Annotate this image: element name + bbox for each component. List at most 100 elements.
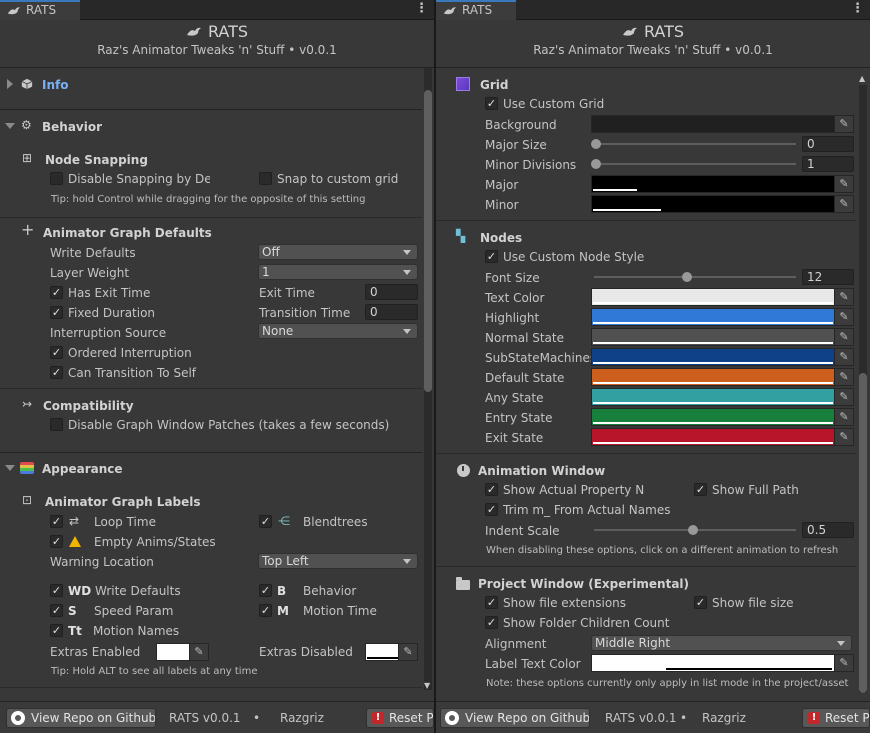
normal-state-swatch[interactable]: ✎ [591, 328, 854, 346]
divider [0, 687, 422, 688]
entry-state-swatch[interactable]: ✎ [591, 408, 854, 426]
loop-time-checkbox[interactable]: ✓ [50, 515, 63, 528]
show-actual-property-checkbox[interactable]: ✓ [485, 483, 498, 496]
alignment-dropdown[interactable]: Middle Right [591, 635, 852, 651]
snap-custom-grid-checkbox[interactable] [259, 172, 272, 185]
motion-names-checkbox[interactable]: ✓ [50, 624, 63, 637]
eyedropper-icon[interactable]: ✎ [834, 409, 853, 425]
motion-time-checkbox[interactable]: ✓ [259, 604, 272, 617]
grid-title: Grid [480, 78, 509, 92]
eyedropper-icon[interactable]: ✎ [834, 176, 853, 192]
interruption-source-dropdown[interactable]: None [258, 323, 418, 339]
font-size-field[interactable]: 12 [802, 269, 854, 285]
show-file-size-checkbox[interactable]: ✓ [694, 596, 707, 609]
write-defaults-label-checkbox[interactable]: ✓ [50, 584, 63, 597]
eyedropper-icon[interactable]: ✎ [834, 309, 853, 325]
menu-kebab-icon[interactable]: ⋮ [851, 1, 864, 16]
write-defaults-dropdown[interactable]: Off [258, 244, 418, 260]
show-file-size-label: Show file size [712, 596, 794, 610]
major-size-slider-track[interactable] [594, 143, 796, 145]
extras-disabled-color[interactable]: ✎ [365, 643, 418, 661]
eyedropper-icon[interactable]: ✎ [834, 655, 853, 671]
font-size-slider-track[interactable] [594, 276, 796, 278]
text-color-swatch[interactable]: ✎ [591, 288, 854, 306]
exit-state-swatch[interactable]: ✎ [591, 428, 854, 446]
loop-time-label: Loop Time [94, 515, 156, 529]
major-size-field[interactable]: 0 [802, 136, 854, 152]
show-file-extensions-checkbox[interactable]: ✓ [485, 596, 498, 609]
layer-weight-dropdown[interactable]: 1 [258, 264, 418, 280]
alpha-bar [367, 657, 399, 659]
use-custom-grid-checkbox[interactable]: ✓ [485, 97, 498, 110]
menu-kebab-icon[interactable]: ⋮ [415, 1, 428, 16]
minor-divisions-field[interactable]: 1 [802, 156, 854, 172]
has-exit-time-checkbox[interactable]: ✓ [50, 286, 63, 299]
extras-enabled-color[interactable]: ✎ [156, 643, 209, 661]
transition-time-field[interactable]: 0 [365, 304, 418, 320]
warning-location-dropdown[interactable]: Top Left [258, 553, 418, 569]
can-transition-to-self-checkbox[interactable]: ✓ [50, 366, 63, 379]
eyedropper-icon[interactable]: ✎ [189, 644, 208, 660]
exit-time-field[interactable]: 0 [365, 284, 418, 300]
eyedropper-icon[interactable]: ✎ [834, 389, 853, 405]
tab-rats[interactable]: RATS [0, 0, 80, 20]
eyedropper-icon[interactable]: ✎ [398, 644, 417, 660]
scrollbar-thumb[interactable] [859, 373, 867, 693]
eyedropper-icon[interactable]: ✎ [834, 289, 853, 305]
foldout-info[interactable]: Info [42, 78, 68, 92]
header: RATS Raz's Animator Tweaks 'n' Stuff • v… [436, 20, 870, 64]
foldout-behavior[interactable]: Behavior [42, 120, 102, 134]
divider [0, 217, 422, 218]
minor-divisions-slider-track[interactable] [594, 163, 796, 165]
blendtrees-checkbox[interactable]: ✓ [259, 515, 272, 528]
disable-patches-checkbox[interactable] [50, 418, 63, 431]
trim-m-checkbox[interactable]: ✓ [485, 503, 498, 516]
eyedropper-icon[interactable]: ✎ [834, 369, 853, 385]
default-state-swatch[interactable]: ✎ [591, 368, 854, 386]
app-title-text: RATS [207, 22, 249, 41]
background-color[interactable]: ✎ [591, 115, 854, 133]
github-button[interactable]: View Repo on Github [440, 708, 590, 728]
substate-swatch[interactable]: ✎ [591, 348, 854, 366]
empty-anims-checkbox[interactable]: ✓ [50, 535, 63, 548]
reset-button[interactable]: ! Reset P [802, 708, 870, 728]
minor-divisions-slider-knob[interactable] [591, 159, 601, 169]
minor-color[interactable]: ✎ [591, 195, 854, 213]
indent-scale-slider-knob[interactable] [688, 525, 698, 535]
major-color[interactable]: ✎ [591, 175, 854, 193]
alpha-bar [593, 209, 661, 211]
tab-rats[interactable]: RATS [436, 0, 516, 20]
scrollbar-right[interactable] [859, 85, 867, 693]
alpha-bar [593, 342, 833, 344]
eyedropper-icon[interactable]: ✎ [834, 196, 853, 212]
foldout-behavior-arrow[interactable] [5, 123, 15, 129]
use-custom-node-style-checkbox[interactable]: ✓ [485, 250, 498, 263]
foldout-appearance-arrow[interactable] [5, 465, 15, 471]
exit-time-label: Exit Time [259, 286, 315, 300]
label-text-color-swatch[interactable]: ✎ [591, 654, 854, 672]
eyedropper-icon[interactable]: ✎ [834, 116, 853, 132]
disable-snapping-checkbox[interactable] [50, 172, 63, 185]
any-state-swatch[interactable]: ✎ [591, 388, 854, 406]
scroll-down-icon[interactable]: ▼ [424, 680, 430, 692]
font-size-slider-knob[interactable] [682, 272, 692, 282]
eyedropper-icon[interactable]: ✎ [834, 429, 853, 445]
behavior-label-checkbox[interactable]: ✓ [259, 584, 272, 597]
eyedropper-icon[interactable]: ✎ [834, 349, 853, 365]
scrollbar-thumb[interactable] [424, 90, 432, 392]
scroll-up-icon[interactable]: ▲ [859, 73, 865, 85]
show-full-path-checkbox[interactable]: ✓ [694, 483, 707, 496]
reset-button[interactable]: ! Reset P [366, 708, 434, 728]
highlight-swatch[interactable]: ✎ [591, 308, 854, 326]
foldout-info-arrow[interactable] [7, 79, 13, 89]
major-size-slider-knob[interactable] [591, 139, 601, 149]
foldout-appearance[interactable]: Appearance [42, 462, 123, 476]
indent-scale-field[interactable]: 0.5 [802, 522, 854, 538]
scrollbar-left[interactable] [424, 68, 432, 690]
github-button[interactable]: View Repo on Github [6, 708, 156, 728]
speed-param-checkbox[interactable]: ✓ [50, 604, 63, 617]
show-folder-children-checkbox[interactable]: ✓ [485, 616, 498, 629]
ordered-interruption-checkbox[interactable]: ✓ [50, 346, 63, 359]
fixed-duration-checkbox[interactable]: ✓ [50, 306, 63, 319]
eyedropper-icon[interactable]: ✎ [834, 329, 853, 345]
